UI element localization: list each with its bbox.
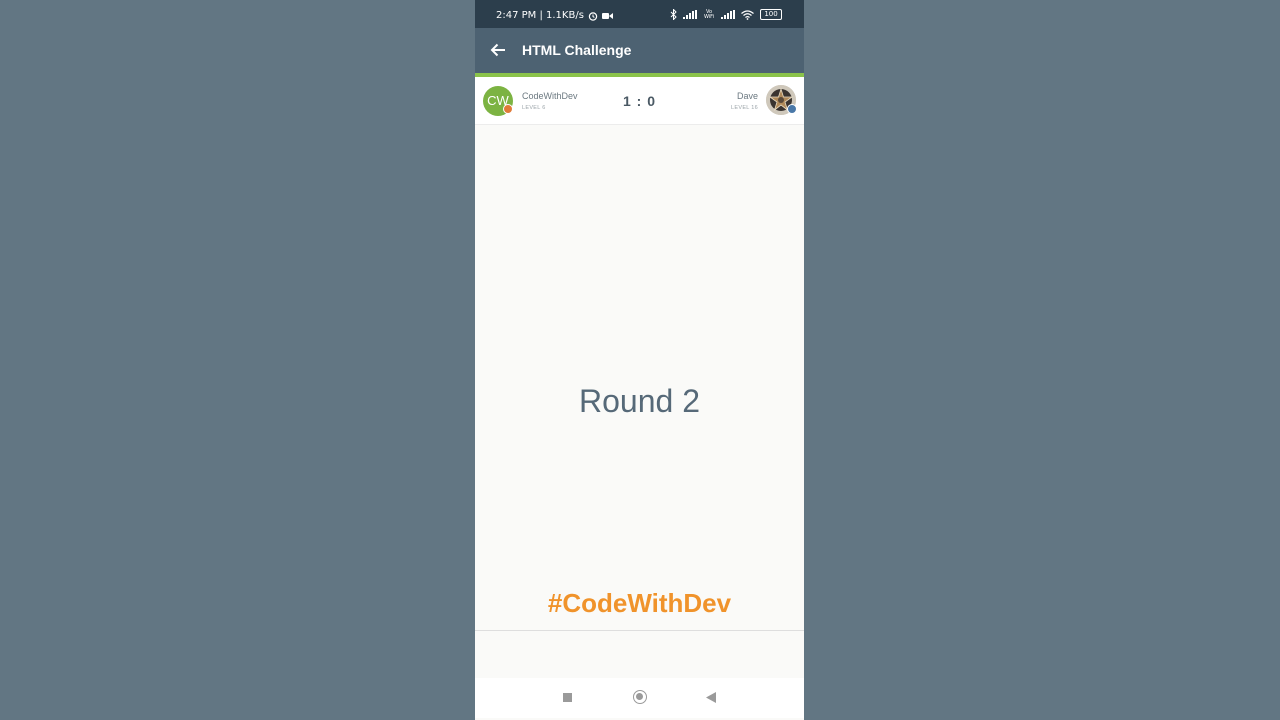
wifi-icon [741, 9, 754, 20]
recents-icon[interactable] [563, 693, 572, 702]
status-left: 2:47 PM | 1.1KB/s [496, 10, 613, 21]
level-badge-icon [787, 104, 797, 114]
divider [475, 630, 804, 631]
toolbar: HTML Challenge [475, 28, 804, 73]
signal-icon [683, 10, 697, 19]
battery-level: 100 [764, 10, 778, 18]
video-icon [601, 12, 613, 19]
player-header: CW CodeWithDev LEVEL 6 1 : 0 Dave LEVEL … [475, 77, 804, 125]
alarm-icon [588, 11, 598, 21]
back-arrow-icon[interactable] [489, 41, 507, 59]
player-right-name: Dave [736, 91, 758, 101]
toolbar-title: HTML Challenge [522, 42, 632, 58]
battery-icon: 100 [760, 9, 782, 20]
nav-back-icon[interactable] [706, 692, 716, 703]
status-time-speed: 2:47 PM | 1.1KB/s [496, 10, 584, 21]
system-nav-bar [475, 678, 804, 718]
signal-icon [721, 10, 735, 19]
network-label: Vo WiFi [703, 8, 715, 20]
round-label: Round 2 [579, 383, 700, 419]
bluetooth-icon [670, 9, 677, 20]
phone-screen: 2:47 PM | 1.1KB/s Vo WiFi 100 HTML Chall… [475, 0, 804, 720]
player-right-level: LEVEL 16 [731, 105, 758, 111]
status-right: Vo WiFi 100 [670, 9, 782, 20]
watermark-hashtag: #CodeWithDev [547, 588, 732, 618]
home-icon[interactable] [633, 690, 647, 704]
